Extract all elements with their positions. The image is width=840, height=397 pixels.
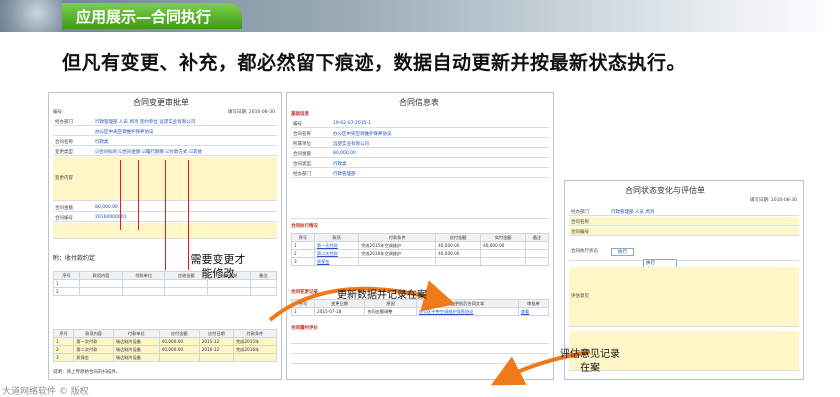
update-callout: 更新数据并记录在案 <box>337 290 427 301</box>
eval-callout: 评估意见记录 在案 <box>560 349 620 374</box>
arrows-overlay <box>268 280 591 386</box>
footer-text: 大道网络软件 © 版权 <box>2 387 89 397</box>
